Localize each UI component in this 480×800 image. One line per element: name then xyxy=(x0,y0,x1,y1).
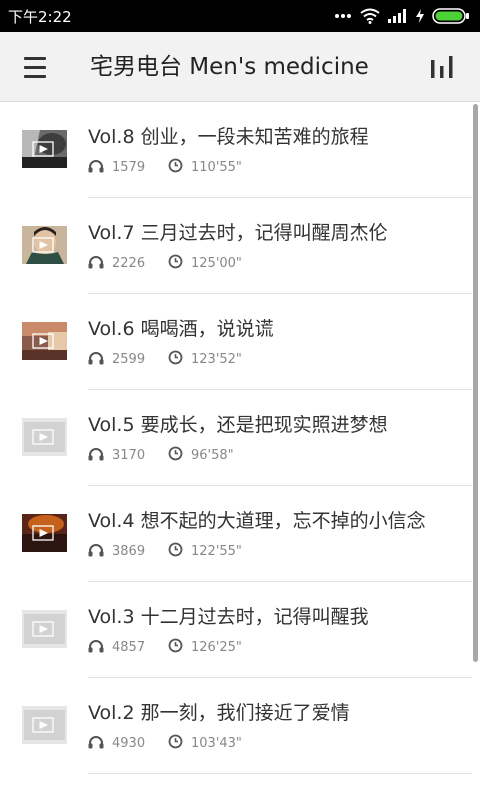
episode-title: Vol.6 喝喝酒，说说谎 xyxy=(88,318,274,340)
episode-item[interactable]: Vol.3 十二月过去时，记得叫醒我 4857 126'25" xyxy=(0,582,480,678)
clock-icon xyxy=(168,638,183,657)
play-count: 3170 xyxy=(112,448,146,463)
scrollbar[interactable] xyxy=(473,104,478,662)
headphones-icon xyxy=(88,447,104,465)
signal-icon xyxy=(388,9,408,23)
play-count: 4857 xyxy=(112,640,146,655)
episode-meta: 2599 123'52" xyxy=(88,350,242,369)
more-dots-icon xyxy=(334,13,352,19)
episode-thumbnail xyxy=(22,610,67,648)
duration: 103'43" xyxy=(191,736,242,751)
clock-icon xyxy=(168,446,183,465)
bar-chart-icon xyxy=(431,56,453,78)
episode-thumbnail xyxy=(22,514,67,552)
episode-meta: 4857 126'25" xyxy=(88,638,242,657)
menu-button[interactable] xyxy=(24,52,50,82)
episode-item[interactable]: Vol.4 想不起的大道理，忘不掉的小信念 3869 122'55" xyxy=(0,486,480,582)
headphones-icon xyxy=(88,543,104,561)
episode-title: Vol.2 那一刻，我们接近了爱情 xyxy=(88,702,350,724)
episode-title: Vol.3 十二月过去时，记得叫醒我 xyxy=(88,606,369,628)
headphones-icon xyxy=(88,351,104,369)
episode-item[interactable]: Vol.5 要成长，还是把现实照进梦想 3170 96'58" xyxy=(0,390,480,486)
status-time: 下午2:22 xyxy=(8,7,72,26)
episode-list: Vol.8 创业，一段未知苦难的旅程 1579 110'55" Vol.7 三月… xyxy=(0,102,480,800)
episode-meta: 3170 96'58" xyxy=(88,446,234,465)
episode-title: Vol.4 想不起的大道理，忘不掉的小信念 xyxy=(88,510,426,532)
page-title: 宅男电台 Men's medicine xyxy=(90,54,369,80)
duration: 126'25" xyxy=(191,640,242,655)
clock-icon xyxy=(168,542,183,561)
clock-icon xyxy=(168,350,183,369)
episode-title: Vol.5 要成长，还是把现实照进梦想 xyxy=(88,414,388,436)
status-icons xyxy=(334,8,470,24)
episode-item[interactable]: Vol.8 创业，一段未知苦难的旅程 1579 110'55" xyxy=(0,102,480,198)
play-count: 4930 xyxy=(112,736,146,751)
battery-icon xyxy=(432,8,470,24)
episode-thumbnail xyxy=(22,706,67,744)
duration: 123'52" xyxy=(191,352,242,367)
play-count: 2599 xyxy=(112,352,146,367)
episode-thumbnail xyxy=(22,130,67,168)
headphones-icon xyxy=(88,735,104,753)
wifi-icon xyxy=(360,8,380,24)
charging-icon xyxy=(416,9,424,23)
episode-meta: 2226 125'00" xyxy=(88,254,242,273)
status-bar: 下午2:22 xyxy=(0,0,480,32)
divider xyxy=(88,773,472,774)
clock-icon xyxy=(168,734,183,753)
menu-icon xyxy=(24,56,46,60)
duration: 122'55" xyxy=(191,544,242,559)
app-header: 宅男电台 Men's medicine xyxy=(0,32,480,102)
episode-meta: 4930 103'43" xyxy=(88,734,242,753)
duration: 96'58" xyxy=(191,448,234,463)
episode-meta: 1579 110'55" xyxy=(88,158,242,177)
episode-item[interactable]: Vol.6 喝喝酒，说说谎 2599 123'52" xyxy=(0,294,480,390)
clock-icon xyxy=(168,158,183,177)
play-count: 3869 xyxy=(112,544,146,559)
episode-thumbnail xyxy=(22,418,67,456)
play-count: 1579 xyxy=(112,160,146,175)
duration: 125'00" xyxy=(191,256,242,271)
headphones-icon xyxy=(88,159,104,177)
clock-icon xyxy=(168,254,183,273)
episode-meta: 3869 122'55" xyxy=(88,542,242,561)
headphones-icon xyxy=(88,639,104,657)
play-count: 2226 xyxy=(112,256,146,271)
episode-title: Vol.7 三月过去时，记得叫醒周杰伦 xyxy=(88,222,388,244)
episode-thumbnail xyxy=(22,322,67,360)
headphones-icon xyxy=(88,255,104,273)
episode-item[interactable]: Vol.2 那一刻，我们接近了爱情 4930 103'43" xyxy=(0,678,480,774)
stats-button[interactable] xyxy=(430,54,454,80)
episode-thumbnail xyxy=(22,226,67,264)
episode-title: Vol.8 创业，一段未知苦难的旅程 xyxy=(88,126,369,148)
episode-item[interactable]: Vol.7 三月过去时，记得叫醒周杰伦 2226 125'00" xyxy=(0,198,480,294)
duration: 110'55" xyxy=(191,160,242,175)
